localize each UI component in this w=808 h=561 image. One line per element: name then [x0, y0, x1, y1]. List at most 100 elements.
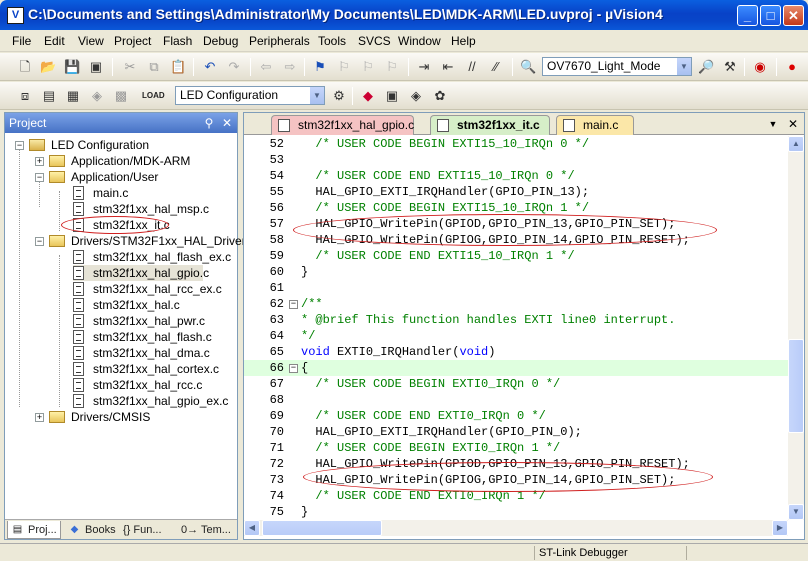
- minimize-button[interactable]: _: [737, 5, 758, 26]
- code-line[interactable]: 67 /* USER CODE BEGIN EXTI0_IRQn 0 */: [244, 376, 788, 392]
- collapse-icon[interactable]: −: [35, 173, 44, 182]
- select-packs-icon[interactable]: ▣: [384, 88, 400, 104]
- copy-icon[interactable]: ⧉: [146, 59, 162, 75]
- tree-file[interactable]: main.c: [73, 185, 233, 201]
- code-line[interactable]: 61: [244, 280, 788, 296]
- tree-folder-hal-driver[interactable]: − Drivers/STM32F1xx_HAL_Driver: [35, 233, 246, 249]
- prev-bookmark-icon[interactable]: ⚐: [336, 59, 352, 75]
- tab-project[interactable]: ▤ Proj...: [7, 521, 61, 539]
- code-line[interactable]: 68: [244, 392, 788, 408]
- tree-folder-application-mdk-arm[interactable]: + Application/MDK-ARM: [35, 153, 235, 169]
- horizontal-scrollbar[interactable]: ◀ ▶: [244, 520, 788, 536]
- download-icon[interactable]: LOAD: [142, 88, 165, 104]
- expand-icon[interactable]: +: [35, 413, 44, 422]
- save-all-icon[interactable]: ▣: [88, 59, 104, 75]
- bookmark-icon[interactable]: ⚑: [312, 59, 328, 75]
- close-tab-icon[interactable]: ✕: [785, 116, 801, 132]
- tree-file[interactable]: stm32f1xx_hal_dma.c: [73, 345, 233, 361]
- code-line[interactable]: 52 /* USER CODE BEGIN EXTI15_10_IRQn 0 *…: [244, 136, 788, 152]
- scroll-thumb[interactable]: [788, 339, 804, 433]
- tree-folder-application-user[interactable]: − Application/User: [35, 169, 235, 185]
- find-combo[interactable]: OV7670_Light_Mode ▼: [542, 57, 692, 76]
- clear-bookmarks-icon[interactable]: ⚐: [384, 59, 400, 75]
- menu-window[interactable]: Window: [398, 34, 441, 48]
- find-icon[interactable]: 🔎: [698, 59, 714, 75]
- menu-debug[interactable]: Debug: [203, 34, 238, 48]
- nav-forward-icon[interactable]: ⇨: [282, 59, 298, 75]
- tree-file[interactable]: stm32f1xx_hal_msp.c: [73, 201, 233, 217]
- tree-file[interactable]: stm32f1xx_hal_cortex.c: [73, 361, 233, 377]
- tab-stm32f1xx-it[interactable]: stm32f1xx_it.c: [430, 115, 550, 135]
- expand-icon[interactable]: +: [35, 157, 44, 166]
- manage-components-icon[interactable]: ◆: [360, 88, 376, 104]
- pin-icon[interactable]: ⚲: [201, 115, 217, 131]
- nav-back-icon[interactable]: ⇦: [258, 59, 274, 75]
- redo-icon[interactable]: ↷: [226, 59, 242, 75]
- scroll-up-icon[interactable]: ▲: [788, 136, 804, 152]
- menu-help[interactable]: Help: [451, 34, 476, 48]
- incremental-find-icon[interactable]: ⚒: [722, 59, 738, 75]
- code-line[interactable]: 71 /* USER CODE BEGIN EXTI0_IRQn 1 */: [244, 440, 788, 456]
- menu-peripherals[interactable]: Peripherals: [249, 34, 310, 48]
- close-button[interactable]: ✕: [783, 5, 804, 26]
- collapse-icon[interactable]: −: [15, 141, 24, 150]
- tree-file-selected[interactable]: stm32f1xx_hal_gpio.c: [73, 265, 209, 281]
- collapse-icon[interactable]: −: [35, 237, 44, 246]
- tab-functions[interactable]: {} Fun...: [117, 521, 175, 539]
- open-folder-icon[interactable]: 📂: [40, 59, 56, 75]
- new-file-icon[interactable]: 🗋: [17, 59, 33, 75]
- tree-file[interactable]: stm32f1xx_hal_gpio_ex.c: [73, 393, 233, 409]
- tree-file[interactable]: stm32f1xx_hal_flash_ex.c: [73, 249, 233, 265]
- menu-view[interactable]: View: [78, 34, 104, 48]
- fold-toggle-icon[interactable]: −: [289, 300, 298, 309]
- target-options-icon[interactable]: ⚙: [331, 88, 347, 104]
- manage-rte-icon[interactable]: ◈: [408, 88, 424, 104]
- code-line[interactable]: 75}: [244, 504, 788, 520]
- next-bookmark-icon[interactable]: ⚐: [360, 59, 376, 75]
- indent-icon[interactable]: ⇥: [416, 59, 432, 75]
- tab-books[interactable]: ◆ Books: [65, 521, 121, 539]
- find-in-files-icon[interactable]: 🔍: [520, 59, 536, 75]
- cut-icon[interactable]: ✂: [122, 59, 138, 75]
- code-line[interactable]: 55 HAL_GPIO_EXTI_IRQHandler(GPIO_PIN_13)…: [244, 184, 788, 200]
- save-icon[interactable]: 💾: [64, 59, 80, 75]
- stop-build-icon[interactable]: ▩: [113, 88, 129, 104]
- tab-list-icon[interactable]: ▼: [765, 116, 781, 132]
- tab-stm32f1xx-hal-gpio[interactable]: stm32f1xx_hal_gpio.c: [271, 115, 414, 135]
- comment-icon[interactable]: //: [464, 59, 480, 75]
- tree-folder-cmsis[interactable]: + Drivers/CMSIS: [35, 409, 235, 425]
- batch-build-icon[interactable]: ◈: [89, 88, 105, 104]
- code-line[interactable]: 66−{: [244, 360, 788, 376]
- unindent-icon[interactable]: ⇤: [440, 59, 456, 75]
- vertical-scrollbar[interactable]: ▲ ▼: [788, 136, 804, 520]
- maximize-button[interactable]: □: [760, 5, 781, 26]
- scroll-right-icon[interactable]: ▶: [772, 520, 788, 536]
- code-line[interactable]: 63 * @brief This function handles EXTI li…: [244, 312, 788, 328]
- code-line[interactable]: 53: [244, 152, 788, 168]
- chevron-down-icon[interactable]: ▼: [309, 87, 324, 104]
- menu-project[interactable]: Project: [114, 34, 151, 48]
- code-line[interactable]: 69 /* USER CODE END EXTI0_IRQn 0 */: [244, 408, 788, 424]
- chevron-down-icon[interactable]: ▼: [676, 58, 691, 75]
- close-panel-icon[interactable]: ✕: [219, 115, 235, 131]
- tree-file[interactable]: stm32f1xx_hal_rcc_ex.c: [73, 281, 233, 297]
- tab-main[interactable]: main.c: [556, 115, 634, 135]
- tab-templates[interactable]: 0→ Tem...: [175, 521, 237, 539]
- pack-installer-icon[interactable]: ✿: [432, 88, 448, 104]
- uncomment-icon[interactable]: ⁄⁄: [488, 59, 504, 75]
- target-select[interactable]: LED Configuration ▼: [175, 86, 325, 105]
- debug-session-icon[interactable]: ◉: [752, 59, 768, 75]
- code-line[interactable]: 65 void EXTI0_IRQHandler(void): [244, 344, 788, 360]
- menu-file[interactable]: File: [12, 34, 31, 48]
- tree-file[interactable]: stm32f1xx_hal.c: [73, 297, 233, 313]
- scroll-down-icon[interactable]: ▼: [788, 504, 804, 520]
- uvision-app-icon[interactable]: V: [7, 7, 24, 24]
- code-line[interactable]: 62−/**: [244, 296, 788, 312]
- code-line[interactable]: 60}: [244, 264, 788, 280]
- fold-toggle-icon[interactable]: −: [289, 364, 298, 373]
- tree-file[interactable]: stm32f1xx_hal_pwr.c: [73, 313, 233, 329]
- breakpoint-icon[interactable]: ●: [784, 59, 800, 75]
- menu-tools[interactable]: Tools: [318, 34, 346, 48]
- build-icon[interactable]: ▤: [41, 88, 57, 104]
- menu-edit[interactable]: Edit: [44, 34, 65, 48]
